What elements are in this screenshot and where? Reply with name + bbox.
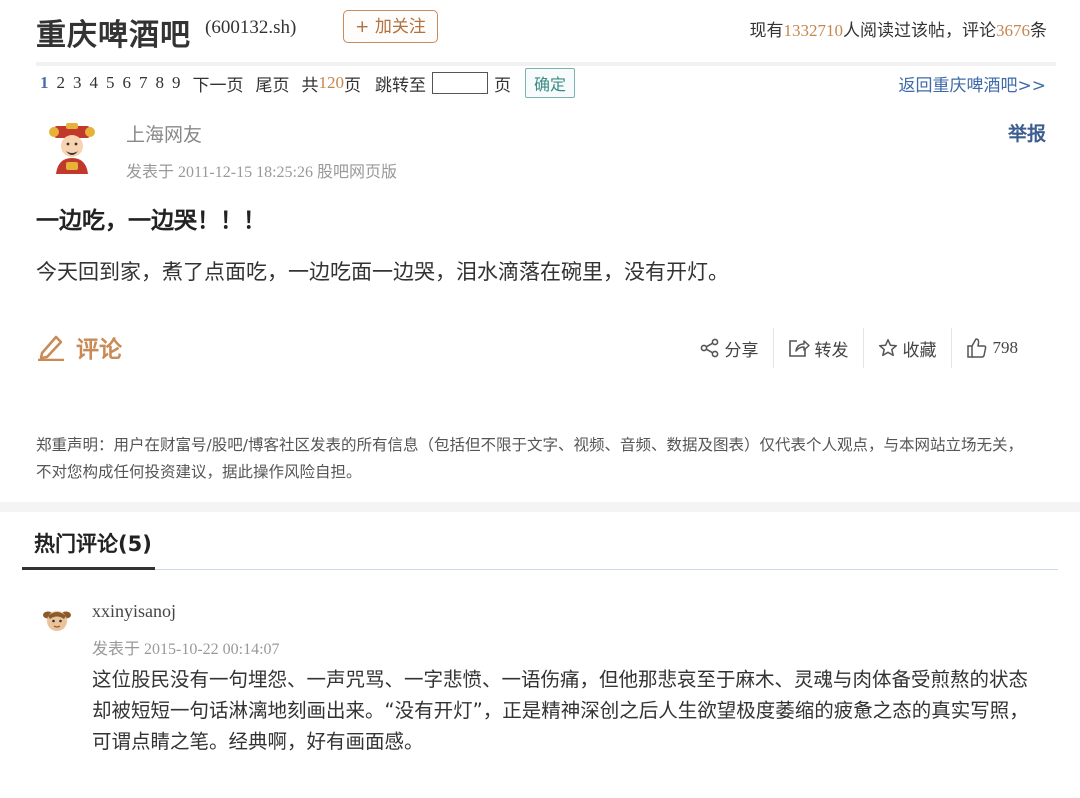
commenter-name[interactable]: xxinyisanoj <box>92 601 176 622</box>
header-bar: 重庆啤酒吧 (600132.sh) + 加关注 现有1332710人阅读过该帖，… <box>0 0 1080 60</box>
comment-body: 这位股民没有一句埋怨、一声咒骂、一字悲愤、一语伤痛，但他那悲哀至于麻木、灵魂与肉… <box>92 668 1029 753</box>
jump-page-input[interactable] <box>432 72 488 94</box>
share-icon <box>700 338 718 358</box>
total-suffix: 页 <box>344 75 361 95</box>
page-link-1[interactable]: 1 <box>40 73 49 93</box>
stock-code: (600132.sh) <box>205 17 297 38</box>
total-prefix: 共 <box>301 75 319 95</box>
page-link-4[interactable]: 4 <box>90 73 99 93</box>
total-pages: 120 <box>318 73 345 92</box>
page-link-6[interactable]: 6 <box>123 73 132 93</box>
confirm-button[interactable]: 确定 <box>525 68 576 98</box>
favorite-button[interactable]: 收藏 <box>864 330 951 366</box>
page-link-9[interactable]: 9 <box>172 73 181 93</box>
page-link-8[interactable]: 8 <box>156 73 165 93</box>
favorite-label: 收藏 <box>902 340 937 361</box>
next-page-link[interactable]: 下一页 <box>193 71 244 96</box>
bar-title[interactable]: 重庆啤酒吧 <box>36 10 191 54</box>
stats-suffix: 条 <box>1030 21 1047 41</box>
forward-label: 转发 <box>814 340 849 361</box>
page-link-5[interactable]: 5 <box>106 73 115 93</box>
follow-button[interactable]: + 加关注 <box>343 10 438 43</box>
section-separator <box>0 502 1080 512</box>
pagination: 1 2 3 4 5 6 7 8 9 下一页 尾页 共 120 页 跳转至 页 确定 <box>40 68 583 98</box>
comment-meta: 发表于 2015-10-22 00:14:07 <box>92 641 280 658</box>
hot-comments-tab[interactable]: 热门评论(5) <box>34 528 152 558</box>
page-link-7[interactable]: 7 <box>139 73 148 93</box>
like-count: 798 <box>992 338 1019 357</box>
comment-label: 评论 <box>76 337 122 363</box>
author-avatar[interactable] <box>44 120 100 176</box>
reader-count: 1332710 <box>783 21 844 40</box>
pen-icon <box>38 335 64 361</box>
jump-label: 跳转至 <box>375 75 426 95</box>
stats-prefix: 现有 <box>749 21 784 41</box>
post-meta: 发表于 2011-12-15 18:25:26 股吧网页版 <box>126 164 397 181</box>
star-icon <box>878 339 897 357</box>
header-divider <box>36 62 1056 66</box>
commenter-avatar[interactable] <box>42 606 72 636</box>
back-to-bar-link[interactable]: 返回重庆啤酒吧>> <box>899 71 1047 96</box>
like-button[interactable]: 798 <box>952 330 1033 366</box>
post-title: 一边吃，一边哭！！！ <box>36 208 266 234</box>
comment-count: 3676 <box>996 21 1030 40</box>
thumbs-up-icon <box>966 338 986 358</box>
post-actions: 分享 转发 收藏 798 <box>686 328 1033 368</box>
hot-comments-rule <box>22 569 1058 570</box>
share-button[interactable]: 分享 <box>686 330 773 366</box>
read-stats: 现有1332710人阅读过该帖，评论3676条 <box>750 16 1048 41</box>
cartoon-avatar-icon <box>43 611 71 631</box>
stats-mid: 人阅读过该帖，评论 <box>843 21 996 41</box>
last-page-link[interactable]: 尾页 <box>256 71 290 96</box>
disclaimer-text: 郑重声明：用户在财富号/股吧/博客社区发表的所有信息（包括但不限于文字、视频、音… <box>36 436 1023 481</box>
forward-button[interactable]: 转发 <box>774 330 863 366</box>
post-body: 今天回到家，煮了点面吃，一边吃面一边哭，泪水滴落在碗里，没有开灯。 <box>36 260 729 284</box>
forward-icon <box>788 340 810 357</box>
page-link-3[interactable]: 3 <box>73 73 82 93</box>
page-link-2[interactable]: 2 <box>57 73 66 93</box>
report-link[interactable]: 举报 <box>1008 119 1046 146</box>
comment-button[interactable]: 评论 <box>36 330 122 364</box>
share-label: 分享 <box>724 340 759 361</box>
author-name[interactable]: 上海网友 <box>126 120 202 147</box>
hot-comments-tab-underline <box>22 567 155 570</box>
jump-unit: 页 <box>494 75 511 95</box>
fortune-god-avatar-icon <box>48 123 96 174</box>
